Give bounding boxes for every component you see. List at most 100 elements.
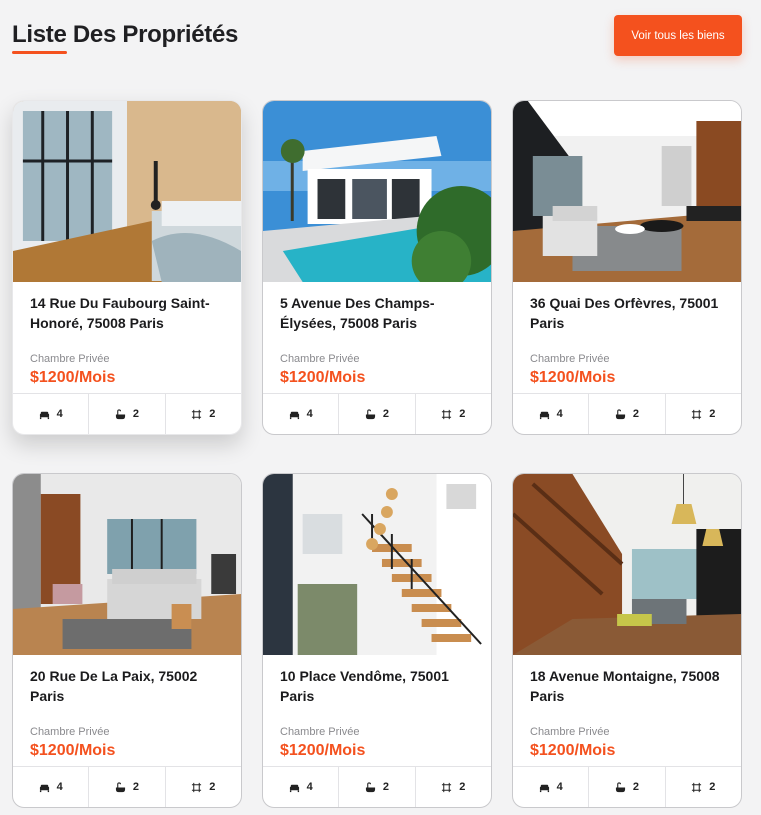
property-photo[interactable] [13, 101, 241, 282]
property-price: $1200/Mois [30, 742, 116, 759]
bed-icon [539, 782, 550, 793]
property-address[interactable]: 36 Quai Des Orfèvres, 75001 Paris [530, 294, 724, 336]
baths-count: 2 [382, 408, 390, 420]
area-count: 2 [209, 408, 216, 420]
bathtub-icon [365, 781, 376, 793]
feature-beds: 4 [513, 767, 588, 807]
property-address[interactable]: 20 Rue De La Paix, 75002 Paris [30, 667, 224, 709]
area-count: 2 [459, 408, 466, 420]
baths-count: 2 [132, 781, 140, 793]
property-address[interactable]: 14 Rue Du Faubourg Saint-Honoré, 75008 P… [30, 294, 224, 336]
feature-area: 2 [664, 394, 741, 434]
feature-baths: 2 [88, 767, 164, 807]
property-price: $1200/Mois [280, 742, 366, 759]
property-address[interactable]: 18 Avenue Montaigne, 75008 Paris [530, 667, 724, 709]
area-count: 2 [709, 408, 716, 420]
property-type: Chambre Privée [530, 726, 610, 738]
area-count: 2 [209, 781, 216, 793]
property-photo[interactable] [263, 474, 491, 655]
property-grid: 14 Rue Du Faubourg Saint-Honoré, 75008 P… [12, 100, 742, 808]
beds-count: 4 [56, 408, 63, 420]
feature-baths: 2 [338, 394, 414, 434]
title-underline [12, 51, 67, 54]
property-features: 4 2 2 [263, 766, 491, 807]
property-price: $1200/Mois [280, 369, 366, 386]
property-type: Chambre Privée [30, 726, 110, 738]
property-card[interactable]: 5 Avenue Des Champs-Élysées, 75008 Paris… [262, 100, 492, 435]
view-all-properties-button[interactable]: Voir tous les biens [614, 15, 742, 56]
area-icon [691, 409, 702, 420]
property-photo[interactable] [513, 101, 741, 282]
property-card[interactable]: 20 Rue De La Paix, 75002 Paris Chambre P… [12, 473, 242, 808]
property-photo[interactable] [513, 474, 741, 655]
card-body: 36 Quai Des Orfèvres, 75001 Paris Chambr… [513, 282, 741, 394]
feature-beds: 4 [263, 394, 338, 434]
area-count: 2 [459, 781, 466, 793]
property-type: Chambre Privée [280, 353, 360, 365]
page-header: Liste Des Propriétés Voir tous les biens [12, 0, 742, 80]
property-features: 4 2 2 [13, 766, 241, 807]
bathtub-icon [115, 408, 126, 420]
feature-area: 2 [414, 767, 491, 807]
property-address[interactable]: 10 Place Vendôme, 75001 Paris [280, 667, 474, 709]
bed-icon [289, 409, 300, 420]
bed-icon [289, 782, 300, 793]
bed-icon [39, 782, 50, 793]
area-icon [691, 782, 702, 793]
property-card[interactable]: 10 Place Vendôme, 75001 Paris Chambre Pr… [262, 473, 492, 808]
area-count: 2 [709, 781, 716, 793]
feature-area: 2 [664, 767, 741, 807]
property-photo[interactable] [263, 101, 491, 282]
baths-count: 2 [132, 408, 140, 420]
beds-count: 4 [306, 408, 313, 420]
property-features: 4 2 2 [263, 393, 491, 434]
bed-icon [539, 409, 550, 420]
feature-area: 2 [164, 767, 241, 807]
area-icon [191, 409, 202, 420]
bathtub-icon [365, 408, 376, 420]
card-body: 18 Avenue Montaigne, 75008 Paris Chambre… [513, 655, 741, 767]
property-price: $1200/Mois [30, 369, 116, 386]
beds-count: 4 [306, 781, 313, 793]
card-body: 14 Rue Du Faubourg Saint-Honoré, 75008 P… [13, 282, 241, 394]
property-features: 4 2 2 [513, 393, 741, 434]
area-icon [441, 782, 452, 793]
property-price: $1200/Mois [530, 742, 616, 759]
property-address[interactable]: 5 Avenue Des Champs-Élysées, 75008 Paris [280, 294, 474, 336]
property-type: Chambre Privée [30, 353, 110, 365]
property-price: $1200/Mois [530, 369, 616, 386]
property-card[interactable]: 36 Quai Des Orfèvres, 75001 Paris Chambr… [512, 100, 742, 435]
feature-beds: 4 [513, 394, 588, 434]
feature-area: 2 [414, 394, 491, 434]
card-body: 10 Place Vendôme, 75001 Paris Chambre Pr… [263, 655, 491, 767]
beds-count: 4 [556, 408, 563, 420]
beds-count: 4 [556, 781, 563, 793]
property-card[interactable]: 14 Rue Du Faubourg Saint-Honoré, 75008 P… [12, 100, 242, 435]
property-features: 4 2 2 [13, 393, 241, 434]
feature-baths: 2 [588, 767, 664, 807]
property-card[interactable]: 18 Avenue Montaigne, 75008 Paris Chambre… [512, 473, 742, 808]
property-photo[interactable] [13, 474, 241, 655]
beds-count: 4 [56, 781, 63, 793]
baths-count: 2 [382, 781, 390, 793]
feature-baths: 2 [88, 394, 164, 434]
property-features: 4 2 2 [513, 766, 741, 807]
property-type: Chambre Privée [280, 726, 360, 738]
card-body: 5 Avenue Des Champs-Élysées, 75008 Paris… [263, 282, 491, 394]
bed-icon [39, 409, 50, 420]
feature-beds: 4 [13, 394, 88, 434]
feature-area: 2 [164, 394, 241, 434]
feature-beds: 4 [263, 767, 338, 807]
area-icon [191, 782, 202, 793]
feature-baths: 2 [588, 394, 664, 434]
property-type: Chambre Privée [530, 353, 610, 365]
card-body: 20 Rue De La Paix, 75002 Paris Chambre P… [13, 655, 241, 767]
area-icon [441, 409, 452, 420]
baths-count: 2 [632, 781, 640, 793]
bathtub-icon [615, 408, 626, 420]
feature-beds: 4 [13, 767, 88, 807]
page-title: Liste Des Propriétés [12, 21, 239, 48]
bathtub-icon [615, 781, 626, 793]
baths-count: 2 [632, 408, 640, 420]
feature-baths: 2 [338, 767, 414, 807]
